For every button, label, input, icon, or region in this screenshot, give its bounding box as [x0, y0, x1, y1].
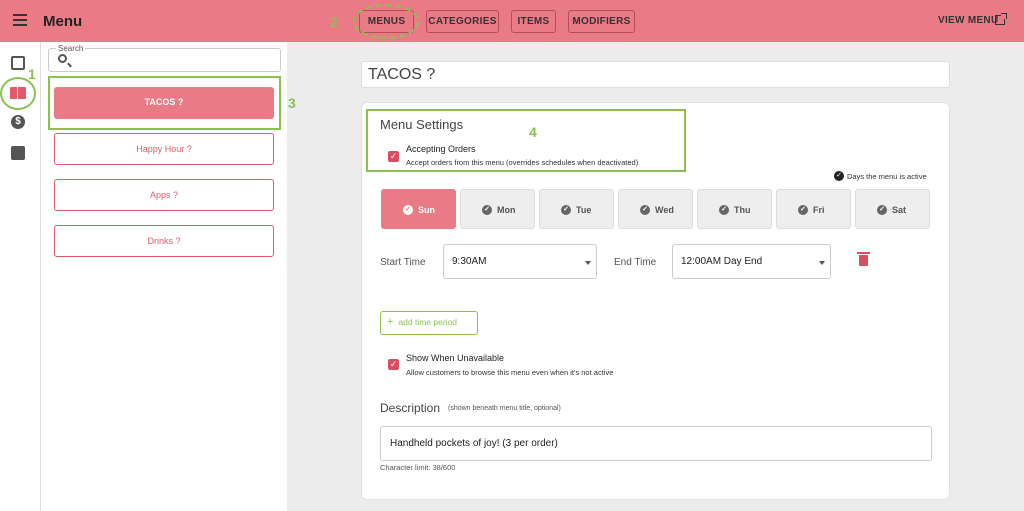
- day-toggle-wed[interactable]: ✓ Wed: [618, 189, 693, 229]
- check-circle-icon: ✓: [640, 205, 650, 215]
- day-toggle-thu[interactable]: ✓ Thu: [697, 189, 772, 229]
- annotation-box-4: [366, 109, 686, 172]
- day-toggle-sat[interactable]: ✓ Sat: [855, 189, 930, 229]
- top-app-bar: Menu MENUS CATEGORIES ITEMS MODIFIERS VI…: [0, 0, 1024, 42]
- start-time-label: Start Time: [380, 257, 426, 268]
- annotation-box-3: [48, 76, 281, 130]
- app-title: Menu: [43, 13, 83, 30]
- hamburger-menu-icon[interactable]: [13, 14, 27, 26]
- external-link-icon[interactable]: [995, 13, 1007, 25]
- description-input[interactable]: Handheld pockets of joy! (3 per order): [380, 426, 932, 461]
- bar-chart-icon[interactable]: [11, 146, 25, 160]
- menu-item-drinks[interactable]: Drinks ?: [54, 225, 274, 257]
- check-circle-icon: ✓: [834, 171, 844, 181]
- check-circle-icon: ✓: [482, 205, 492, 215]
- dropdown-caret-icon: [819, 261, 825, 265]
- description-hint: (shown beneath menu title, optional): [448, 405, 561, 412]
- left-nav-rail: [0, 42, 41, 511]
- day-label: Wed: [655, 205, 674, 215]
- annotation-number-1: 1: [28, 66, 36, 82]
- nav-modifiers-button[interactable]: MODIFIERS: [568, 10, 635, 33]
- day-label: Tue: [576, 205, 592, 215]
- checklist-icon[interactable]: [11, 56, 25, 70]
- day-toggle-tue[interactable]: ✓ Tue: [539, 189, 614, 229]
- end-time-value: 12:00AM Day End: [681, 256, 763, 267]
- show-unavailable-title: Show When Unavailable: [406, 353, 505, 363]
- annotation-number-3: 3: [288, 95, 296, 111]
- menu-title-input[interactable]: TACOS ?: [361, 61, 950, 88]
- day-label: Sun: [418, 205, 435, 215]
- check-circle-icon: ✓: [798, 205, 808, 215]
- annotation-number-4: 4: [529, 124, 537, 140]
- view-menu-link[interactable]: VIEW MENU: [938, 15, 998, 26]
- character-limit: Character limit: 38/600: [380, 463, 456, 472]
- menu-item-happy-hour[interactable]: Happy Hour ?: [54, 133, 274, 165]
- start-time-select[interactable]: 9:30AM: [443, 244, 597, 279]
- day-label: Fri: [813, 205, 825, 215]
- day-toggle-fri[interactable]: ✓ Fri: [776, 189, 851, 229]
- nav-categories-button[interactable]: CATEGORIES: [426, 10, 499, 33]
- description-heading: Description: [380, 401, 441, 415]
- search-icon: [58, 54, 67, 63]
- annotation-circle-2: [353, 4, 419, 39]
- add-time-period-label: add time period: [398, 317, 458, 327]
- days-legend: Days the menu is active: [847, 172, 927, 181]
- start-time-value: 9:30AM: [452, 256, 487, 267]
- show-unavailable-checkbox[interactable]: ✓: [388, 359, 399, 370]
- day-toggle-mon[interactable]: ✓ Mon: [460, 189, 535, 229]
- day-label: Mon: [497, 205, 516, 215]
- check-circle-icon: ✓: [719, 205, 729, 215]
- delete-icon[interactable]: [857, 252, 870, 266]
- nav-items-button[interactable]: ITEMS: [511, 10, 556, 33]
- check-circle-icon: ✓: [877, 205, 887, 215]
- check-circle-icon: ✓: [403, 205, 413, 215]
- day-toggle-sun[interactable]: ✓ Sun: [381, 189, 456, 229]
- dropdown-caret-icon: [585, 261, 591, 265]
- show-unavailable-subtitle: Allow customers to browse this menu even…: [406, 368, 614, 377]
- annotation-number-2: 2: [330, 14, 338, 30]
- menu-item-apps[interactable]: Apps ?: [54, 179, 274, 211]
- end-time-select[interactable]: 12:00AM Day End: [672, 244, 831, 279]
- end-time-label: End Time: [614, 257, 657, 268]
- add-time-period-button[interactable]: + add time period: [380, 311, 478, 335]
- plus-icon: +: [387, 316, 394, 328]
- day-label: Thu: [734, 205, 751, 215]
- search-label: Search: [56, 44, 86, 53]
- day-label: Sat: [892, 205, 907, 215]
- dollar-icon[interactable]: $: [11, 115, 25, 129]
- check-circle-icon: ✓: [561, 205, 571, 215]
